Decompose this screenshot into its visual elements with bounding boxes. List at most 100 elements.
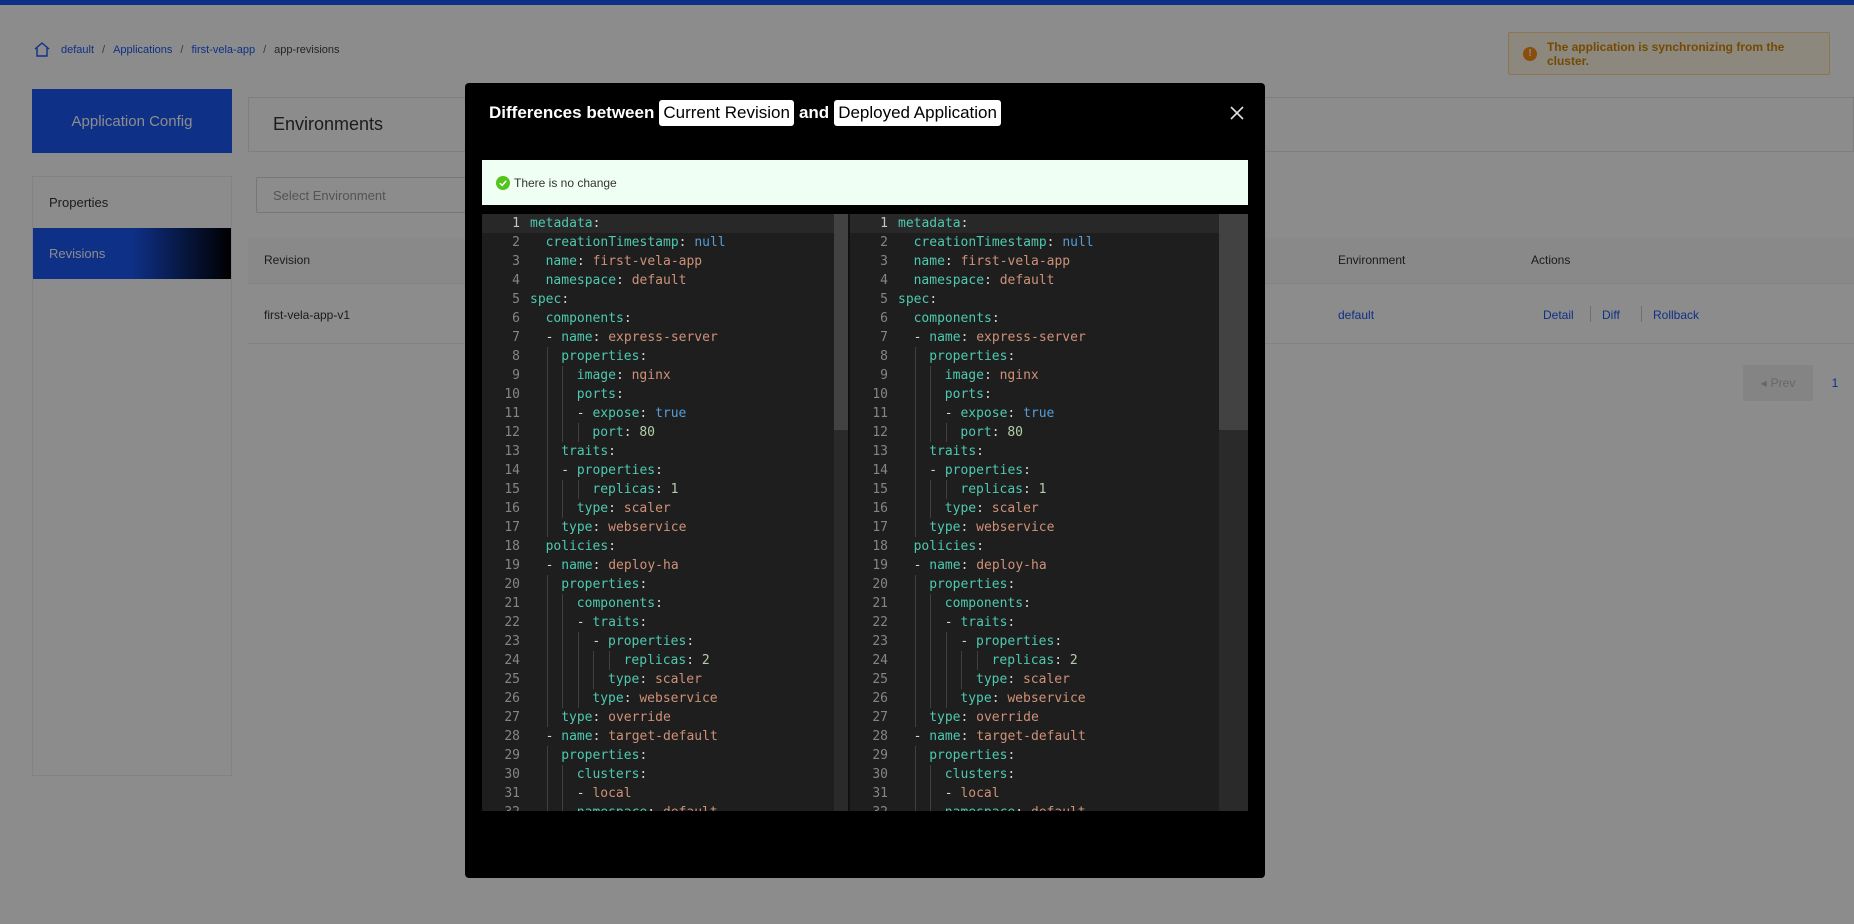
line-number: 5 [880, 292, 888, 307]
line-number: 11 [872, 406, 888, 421]
line-number: 23 [504, 634, 520, 649]
indent-guide [546, 518, 548, 537]
indent-guide [546, 689, 548, 708]
code-line: 21 components: [850, 594, 1248, 613]
code-line: 19 - name: deploy-ha [850, 556, 1248, 575]
indent-guide [945, 689, 947, 708]
code-line: 9 image: nginx [850, 366, 1248, 385]
code-text: metadata: [898, 216, 969, 231]
line-number: 9 [512, 368, 520, 383]
code-text: - name: express-server [545, 330, 718, 345]
code-text: namespace: default [545, 273, 687, 288]
line-number: 1 [880, 216, 888, 231]
scrollbar-thumb[interactable] [1219, 214, 1248, 430]
indent-guide [914, 347, 916, 366]
code-line: 28 - name: target-default [482, 727, 850, 746]
indent-guide [546, 708, 548, 727]
line-number: 16 [872, 501, 888, 516]
indent-guide [577, 423, 579, 442]
indent-guide [930, 385, 932, 404]
indent-guide [945, 632, 947, 651]
line-number: 20 [504, 577, 520, 592]
indent-guide [546, 499, 548, 518]
line-number: 10 [504, 387, 520, 402]
indent-guide [914, 594, 916, 613]
code-line: 17 type: webservice [482, 518, 850, 537]
scrollbar-thumb[interactable] [834, 214, 848, 430]
code-text: properties: [929, 349, 1016, 364]
code-text: traits: [561, 444, 616, 459]
line-number: 19 [872, 558, 888, 573]
code-text: port: 80 [592, 425, 656, 440]
indent-guide [914, 613, 916, 632]
indent-guide [577, 651, 579, 670]
line-number: 21 [872, 596, 888, 611]
indent-guide [562, 632, 564, 651]
line-number: 13 [872, 444, 888, 459]
indent-guide [914, 670, 916, 689]
scrollbar-left[interactable] [834, 214, 848, 811]
code-text: - properties: [561, 463, 663, 478]
code-text: name: first-vela-app [545, 254, 703, 269]
indent-guide [914, 366, 916, 385]
indent-guide [930, 613, 932, 632]
indent-guide [546, 670, 548, 689]
indent-guide [930, 632, 932, 651]
code-line: 15 replicas: 1 [482, 480, 850, 499]
code-text: image: nginx [944, 368, 1039, 383]
code-text: namespace: default [945, 803, 1086, 811]
line-number: 7 [880, 330, 888, 345]
code-line: 10 ports: [482, 385, 850, 404]
line-number: 10 [872, 387, 888, 402]
line-number: 15 [872, 482, 888, 497]
code-text: type: webservice [592, 691, 718, 706]
diff-pane-modified[interactable]: 1 metadata: 2 creationTimestamp: null 3 name:… [850, 214, 1248, 811]
code-text: properties: [561, 577, 648, 592]
line-number: 15 [504, 482, 520, 497]
line-number: 17 [504, 520, 520, 535]
code-line: 9 image: nginx [482, 366, 850, 385]
code-line: 2 creationTimestamp: null [850, 233, 1248, 252]
indent-guide [546, 423, 548, 442]
indent-guide [546, 480, 548, 499]
indent-guide [546, 651, 548, 670]
scrollbar-right[interactable] [1219, 214, 1248, 811]
code-text: type: webservice [960, 691, 1086, 706]
indent-guide [914, 689, 916, 708]
code-line: 6 components: [482, 309, 850, 328]
indent-guide [914, 404, 916, 423]
indent-guide [609, 651, 610, 670]
code-text: - traits: [944, 615, 1016, 630]
code-text: - expose: true [576, 406, 687, 421]
indent-guide [930, 594, 932, 613]
code-text: properties: [561, 349, 648, 364]
code-text: type: override [929, 710, 1039, 725]
code-line: 32 namespace: default [850, 803, 1248, 811]
code-text: image: nginx [576, 368, 671, 383]
diff-pane-original[interactable]: 1 metadata: 2 creationTimestamp: null 3 name:… [482, 214, 850, 811]
code-text: type: scaler [976, 672, 1070, 687]
line-number: 28 [872, 729, 888, 744]
code-text: replicas: 1 [592, 482, 679, 497]
close-icon[interactable] [1228, 104, 1246, 122]
line-number: 24 [504, 653, 520, 668]
code-line: 5 spec: [482, 290, 850, 309]
line-number: 1 [512, 216, 520, 231]
indent-guide [577, 689, 579, 708]
code-text: properties: [929, 748, 1016, 763]
code-text: ports: [576, 387, 624, 402]
modal-title-prefix: Differences between [489, 103, 655, 122]
code-line: 18 policies: [482, 537, 850, 556]
code-text: replicas: 2 [623, 653, 710, 668]
indent-guide [546, 746, 548, 765]
modal-title-joiner: and [798, 103, 830, 122]
code-text: - name: target-default [913, 729, 1086, 744]
line-number: 21 [504, 596, 520, 611]
code-line: 31 - local [850, 784, 1248, 803]
indent-guide [577, 632, 579, 651]
check-circle-icon [496, 175, 510, 190]
indent-guide [930, 689, 932, 708]
diff-modal: Differences between Current Revision and… [465, 83, 1265, 878]
indent-guide [977, 651, 978, 670]
line-number: 2 [880, 235, 888, 250]
